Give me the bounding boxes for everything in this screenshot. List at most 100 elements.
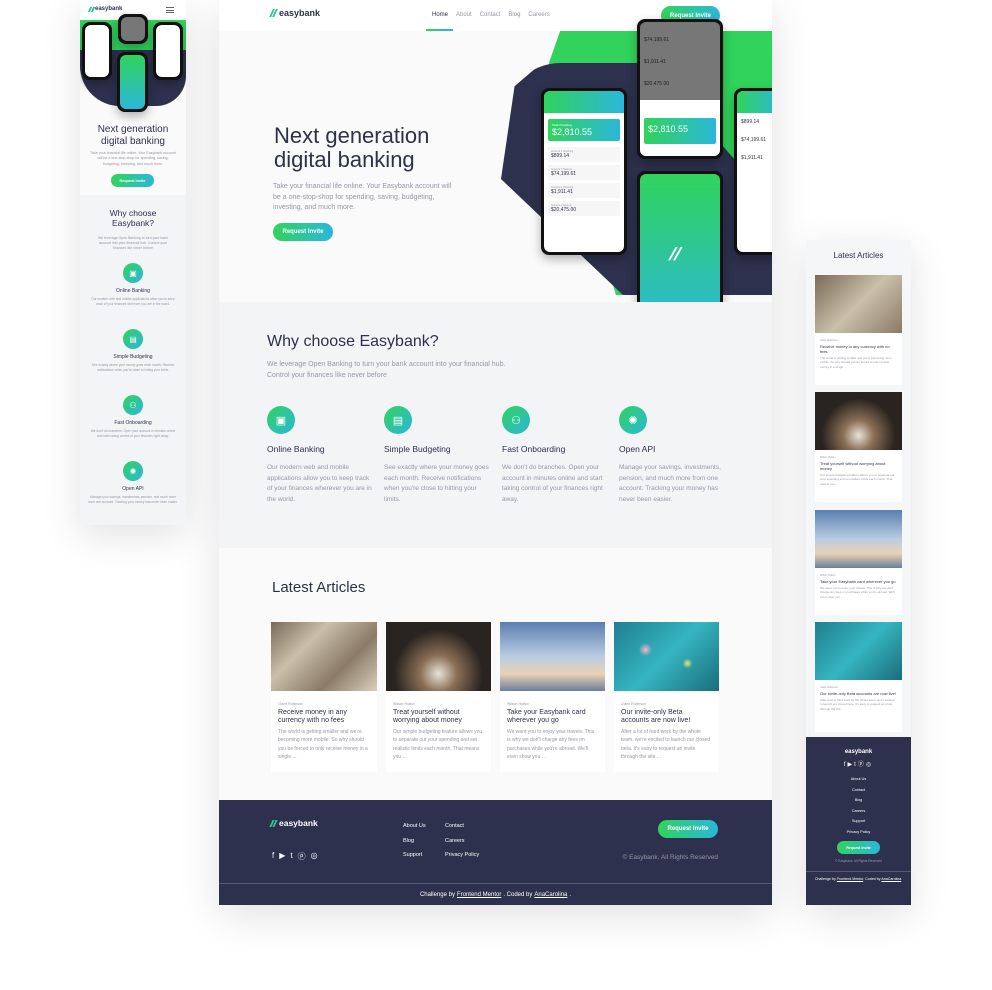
footer: easybank f ▶ t ⓟ ◎ About Us Contact Blog Car… [219,800,772,905]
why-title: Why choose Easybank? [109,208,157,228]
logo[interactable]: easybank [269,8,320,18]
article-image-currency [815,275,902,333]
article-card[interactable]: Claire Robinson Receive money in any cur… [271,622,377,772]
nav-about[interactable]: About [456,12,472,18]
article-card[interactable]: Claire Robinson Our invite-only Beta acc… [614,622,719,772]
instagram-icon[interactable]: ◎ [311,851,318,862]
pinterest-icon[interactable]: ⓟ [298,851,306,862]
footer-link-about[interactable]: About Us [806,774,911,785]
account-row: Account 2 Savings $74,199.61 [548,165,620,180]
frontend-mentor-link[interactable]: Frontend Mentor [837,877,863,881]
article-title[interactable]: Treat yourself without worrying about mo… [393,709,484,725]
footer-link-privacy[interactable]: Privacy Policy [445,852,479,858]
footer-logo[interactable]: easybank [806,749,911,755]
article-title[interactable]: Our invite-only Beta accounts are now li… [621,709,712,725]
footer-request-invite-button[interactable]: Request Invite [658,820,718,838]
phone-mockup: $74,199.61 $1,911.41 $20,475.00 $2,810.5… [637,19,723,159]
online-banking-icon: ▣ [123,263,143,283]
attribution-text: . Coded by [503,891,533,898]
api-icon: ✺ [619,406,647,434]
logo[interactable]: easybank [87,6,122,12]
author-link[interactable]: AnaCarolina [534,892,567,898]
hero-title: Next generation digital banking [274,124,429,172]
article-image-currency [271,622,377,691]
account-row: Account 3 Checking $1,911.41 [548,183,620,198]
feature-text: We don't do branches. Open your account … [502,464,603,503]
nav-careers[interactable]: Careers [528,12,549,18]
nav-contact[interactable]: Contact [480,12,501,18]
article-author: Claire Robinson [621,702,646,706]
article-image-plane [815,510,902,568]
attribution-text: . [569,891,572,898]
footer-request-invite-button[interactable]: Request Invite [837,841,880,854]
social-icons: f▶tⓟ◎ [806,759,911,768]
article-title[interactable]: Take your Easybank card wherever you go [507,709,598,725]
account-row: Account 4 Savings $20,475.00 [548,201,620,216]
footer-link-blog[interactable]: Blog [806,795,911,806]
mobile-hero-title: Next generation digital banking [97,124,169,147]
nav-blog[interactable]: Blog [508,12,520,18]
article-image-confetti [815,622,902,680]
mobile-footer: easybank f▶tⓟ◎ About Us Contact Blog Career… [806,737,911,905]
hero-title-line: digital banking [274,147,415,172]
feature-text: Our modern web and mobile applications a… [267,464,372,503]
footer-link-support[interactable]: Support [403,852,422,858]
youtube-icon[interactable]: ▶ [279,851,285,862]
mobile-view-articles: Latest Articles Claire Robinson Receive m… [806,240,911,905]
mobile-request-invite-button[interactable]: Request Invite [111,174,154,187]
article-card[interactable]: Wilson Hutton Treat yourself without wor… [386,622,491,772]
nav-links: Home About Contact Blog Careers [428,12,554,18]
footer-link-privacy[interactable]: Privacy Policy [806,827,911,838]
online-banking-icon: ▣ [267,406,295,434]
mobile-hero-image [80,14,186,112]
article-excerpt: We want you to enjoy your travels. This … [507,729,595,760]
footer-link-about[interactable]: About Us [403,823,426,829]
nav-home[interactable]: Home [432,12,448,18]
why-text: We leverage Open Banking to turn your ba… [267,361,506,379]
article-author: Wilson Hutton [393,702,415,706]
budgeting-icon: ▤ [384,406,412,434]
phone-mockup: $899.14 $74,199.61 $1,911.41 [734,88,772,255]
article-title[interactable]: Receive money in any currency with no fe… [278,709,370,725]
phone-mockup: Total Checking $2,810.55 Account 1 Checki… [541,88,627,255]
footer-link-contact[interactable]: Contact [445,823,464,829]
facebook-icon[interactable]: f [272,851,274,862]
feature-title: Online Banking [267,444,325,454]
article-card[interactable]: Wilson Hutton Treat yourself without worr… [815,392,902,502]
articles-title: Latest Articles [833,251,884,260]
mobile-why-section: Why choose Easybank? We leverage Open Ba… [80,195,186,525]
articles-title: Latest Articles [272,579,366,596]
budgeting-icon: ▤ [123,329,143,349]
footer-link-contact[interactable]: Contact [806,785,911,796]
feature-text: Manage your savings, investments, pensio… [619,464,721,503]
onboarding-icon: ⚇ [502,406,530,434]
feature-text: See exactly where your money goes each m… [384,464,489,503]
footer-link-blog[interactable]: Blog [403,838,414,844]
hamburger-menu-icon[interactable] [166,7,174,13]
footer-logo[interactable]: easybank [269,818,318,828]
instagram-icon[interactable]: ◎ [866,762,873,768]
articles-section: Latest Articles Claire Robinson Receive … [219,548,772,800]
footer-link-careers[interactable]: Careers [445,838,465,844]
api-icon: ✺ [123,461,143,481]
article-card[interactable]: Claire Robinson Our invite-only Beta acco… [815,622,902,732]
pinterest-icon[interactable]: ⓟ [858,762,866,768]
why-section: Why choose Easybank? We leverage Open Ba… [219,302,772,548]
why-text: We leverage Open Banking to turn your ba… [98,236,168,250]
article-card[interactable]: Claire Robinson Receive money in any curr… [815,275,902,385]
footer-link-careers[interactable]: Careers [806,806,911,817]
copyright: © Easybank. All Rights Reserved [835,859,882,863]
article-image-plane [500,622,605,691]
twitter-icon[interactable]: t [290,851,292,862]
feature-title: Fast Onboarding [502,444,566,454]
author-link[interactable]: AnaCarolina [881,877,901,881]
frontend-mentor-link[interactable]: Frontend Mentor [457,892,501,898]
feature-list: ▣ Online Banking Our modern web and mobile… [80,263,186,504]
hero-request-invite-button[interactable]: Request Invite [273,223,333,241]
article-card[interactable]: Wilson Hutton Take your Easybank card wh… [500,622,605,772]
article-excerpt: The world is getting smaller and we're b… [278,729,368,760]
footer-link-support[interactable]: Support [806,816,911,827]
hero-text: Take your financial life online. Your Ea… [273,183,452,212]
article-card[interactable]: Wilson Hutton Take your Easybank card whe… [815,510,902,615]
article-author: Claire Robinson [278,702,303,706]
